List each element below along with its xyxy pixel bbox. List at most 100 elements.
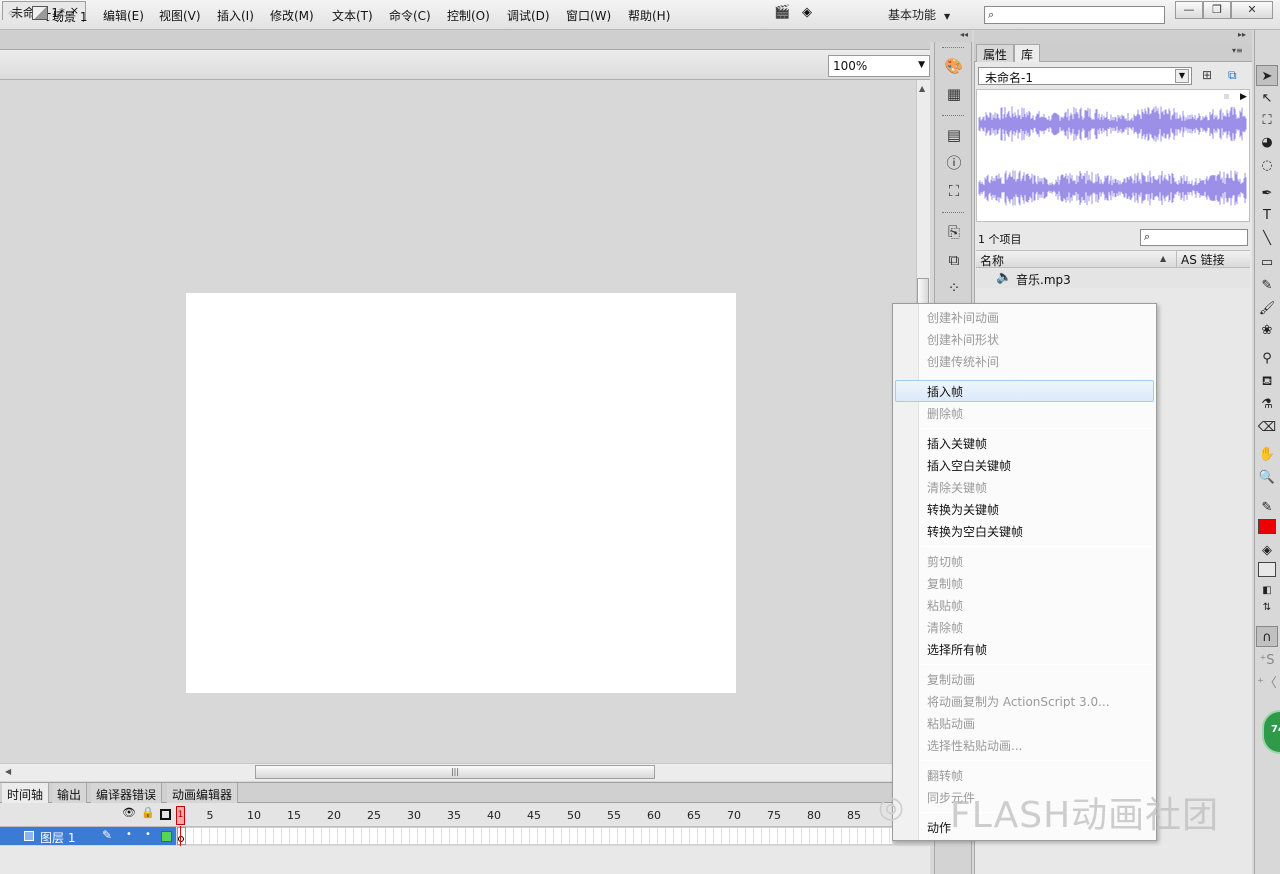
outline-icon[interactable] bbox=[160, 809, 171, 820]
collapse-icon[interactable]: ▸▸ bbox=[974, 30, 1252, 42]
stage-canvas[interactable] bbox=[186, 293, 736, 693]
bone-tool-icon[interactable]: ⚲ bbox=[1256, 348, 1278, 369]
pencil-tool-icon[interactable]: ✎ bbox=[1256, 275, 1278, 296]
menu-edit[interactable]: 编辑(E) bbox=[101, 7, 146, 24]
align-panel-icon[interactable]: ▤ bbox=[943, 124, 965, 146]
menu-item-copy-motion[interactable]: 复制动画 bbox=[927, 671, 975, 688]
menu-item-create-classic-tween[interactable]: 创建传统补间 bbox=[927, 353, 999, 370]
dock-grip[interactable] bbox=[942, 47, 964, 50]
stop-icon[interactable] bbox=[1224, 94, 1229, 99]
frame-grid[interactable] bbox=[186, 827, 892, 845]
collapse-icon[interactable]: ◂◂ bbox=[930, 30, 972, 42]
lock-icon[interactable]: 🔒 bbox=[141, 806, 155, 819]
library-search-input[interactable]: ⌕ bbox=[1140, 229, 1248, 246]
tab-properties[interactable]: 属性 bbox=[976, 44, 1015, 62]
info-panel-icon[interactable]: ⓘ bbox=[943, 152, 965, 174]
help-search-input[interactable]: ⌕ bbox=[984, 6, 1165, 24]
menu-commands[interactable]: 命令(C) bbox=[387, 7, 433, 24]
menu-item-insert-blank-keyframe[interactable]: 插入空白关键帧 bbox=[927, 457, 1011, 474]
snap-magnet-icon[interactable]: ∩ bbox=[1256, 626, 1278, 647]
deco-tool-icon[interactable]: ❀ bbox=[1256, 320, 1278, 341]
column-as-linkage[interactable]: AS 链接 bbox=[1176, 250, 1250, 268]
menu-item-clear-keyframe[interactable]: 清除关键帧 bbox=[927, 479, 987, 496]
pen-tool-icon[interactable]: ✒ bbox=[1256, 183, 1278, 204]
motion-presets-icon[interactable]: ⁘ bbox=[943, 277, 965, 299]
color-panel-icon[interactable]: 🎨 bbox=[943, 55, 965, 77]
menu-item-cut-frames[interactable]: 剪切帧 bbox=[927, 553, 963, 570]
menu-item-remove-frames[interactable]: 删除帧 bbox=[927, 405, 963, 422]
paint-bucket-tool-icon[interactable]: ⛾ bbox=[1256, 371, 1278, 392]
playhead[interactable]: 1 bbox=[176, 806, 185, 825]
brush-tool-icon[interactable]: 🖌 bbox=[1256, 298, 1278, 319]
line-tool-icon[interactable]: ╲ bbox=[1256, 228, 1278, 249]
library-item-name[interactable]: 音乐.mp3 bbox=[1016, 271, 1071, 288]
dock-grip[interactable] bbox=[942, 115, 964, 118]
library-document-select[interactable]: 未命名-1 ▼ bbox=[978, 67, 1192, 85]
menu-item-copy-motion-as-as3[interactable]: 将动画复制为 ActionScript 3.0... bbox=[927, 693, 1110, 710]
fill-color-swatch[interactable] bbox=[1258, 562, 1276, 577]
panel-menu-icon[interactable]: ▾≡ bbox=[1232, 46, 1243, 55]
menu-item-reverse-frames[interactable]: 翻转帧 bbox=[927, 767, 963, 784]
column-name[interactable]: 名称 bbox=[980, 252, 1004, 269]
actions-panel-icon[interactable]: ⎘ bbox=[943, 221, 965, 243]
menu-item-clear-frames[interactable]: 清除帧 bbox=[927, 619, 963, 636]
edit-scene-icon[interactable]: 🎬 bbox=[774, 5, 792, 23]
menu-view[interactable]: 视图(V) bbox=[157, 7, 203, 24]
tab-output[interactable]: 输出 bbox=[52, 783, 88, 803]
eyedropper-tool-icon[interactable]: ⚗ bbox=[1256, 394, 1278, 415]
hand-tool-icon[interactable]: ✋ bbox=[1256, 444, 1278, 465]
menu-debug[interactable]: 调试(D) bbox=[505, 7, 552, 24]
horizontal-scroll-thumb[interactable]: ||| bbox=[255, 765, 655, 779]
scroll-left-icon[interactable]: ◀ bbox=[5, 767, 11, 776]
menu-item-create-shape-tween[interactable]: 创建补间形状 bbox=[927, 331, 999, 348]
tab-motion-editor[interactable]: 动画编辑器 bbox=[167, 783, 239, 803]
menu-item-copy-frames[interactable]: 复制帧 bbox=[927, 575, 963, 592]
menu-item-convert-to-blank-keyframes[interactable]: 转换为空白关键帧 bbox=[927, 523, 1023, 540]
layer-outline-color[interactable] bbox=[161, 831, 172, 842]
smooth-icon[interactable]: ⁺S bbox=[1256, 650, 1278, 671]
free-transform-tool-icon[interactable]: ⛶ bbox=[1256, 110, 1278, 131]
rectangle-tool-icon[interactable]: ▭ bbox=[1256, 252, 1278, 273]
dock-grip[interactable] bbox=[942, 212, 964, 215]
minimize-button[interactable]: — bbox=[1175, 1, 1203, 19]
back-arrow-icon[interactable]: ⇦ bbox=[8, 6, 19, 21]
close-button[interactable]: ✕ bbox=[1231, 1, 1273, 19]
menu-text[interactable]: 文本(T) bbox=[330, 7, 375, 24]
text-tool-icon[interactable]: T bbox=[1256, 205, 1278, 226]
sort-ascending-icon[interactable]: ▲ bbox=[1160, 254, 1166, 263]
pin-library-icon[interactable]: ⊞ bbox=[1202, 68, 1212, 82]
new-library-panel-icon[interactable]: ⧉ bbox=[1228, 68, 1237, 83]
scroll-up-icon[interactable]: ▲ bbox=[919, 84, 925, 93]
tab-timeline[interactable]: 时间轴 bbox=[2, 783, 50, 803]
tab-compiler-errors[interactable]: 编译器错误 bbox=[91, 783, 163, 803]
tab-library[interactable]: 库 bbox=[1014, 44, 1041, 62]
3d-rotation-tool-icon[interactable]: ◕ bbox=[1256, 132, 1278, 153]
subselection-tool-icon[interactable]: ↖ bbox=[1256, 88, 1278, 109]
zoom-select[interactable]: 100% ▼ bbox=[828, 55, 930, 77]
menu-item-paste-motion-special[interactable]: 选择性粘贴动画... bbox=[927, 737, 1022, 754]
menu-item-insert-frame[interactable]: 插入帧 bbox=[927, 383, 963, 400]
menu-item-create-motion-tween[interactable]: 创建补间动画 bbox=[927, 309, 999, 326]
workspace-switcher[interactable]: 基本功能 ▼ bbox=[888, 6, 950, 23]
menu-insert[interactable]: 插入(I) bbox=[215, 7, 256, 24]
zoom-tool-icon[interactable]: 🔍 bbox=[1256, 467, 1278, 488]
menu-modify[interactable]: 修改(M) bbox=[268, 7, 316, 24]
menu-control[interactable]: 控制(O) bbox=[445, 7, 492, 24]
restore-button[interactable]: ❐ bbox=[1203, 1, 1231, 19]
play-icon[interactable]: ▶ bbox=[1240, 92, 1247, 102]
selection-tool-icon[interactable]: ➤ bbox=[1256, 65, 1278, 86]
menu-item-select-all-frames[interactable]: 选择所有帧 bbox=[927, 641, 987, 658]
components-panel-icon[interactable]: ⧉ bbox=[943, 249, 965, 271]
menu-item-insert-keyframe[interactable]: 插入关键帧 bbox=[927, 435, 987, 452]
menu-item-paste-motion[interactable]: 粘贴动画 bbox=[927, 715, 975, 732]
stroke-color-swatch[interactable] bbox=[1258, 519, 1276, 534]
eraser-tool-icon[interactable]: ⌫ bbox=[1256, 417, 1278, 438]
menu-item-convert-to-keyframes[interactable]: 转换为关键帧 bbox=[927, 501, 999, 518]
swatches-panel-icon[interactable]: ▦ bbox=[943, 83, 965, 105]
menu-window[interactable]: 窗口(W) bbox=[564, 7, 613, 24]
edit-symbols-icon[interactable]: ◈ bbox=[802, 5, 822, 23]
visibility-dot[interactable]: • bbox=[126, 829, 132, 840]
swap-colors-icon[interactable]: ⇅ bbox=[1256, 597, 1278, 618]
straighten-icon[interactable]: ⁺〈 bbox=[1256, 673, 1278, 694]
eye-icon[interactable]: 👁 bbox=[122, 806, 136, 819]
